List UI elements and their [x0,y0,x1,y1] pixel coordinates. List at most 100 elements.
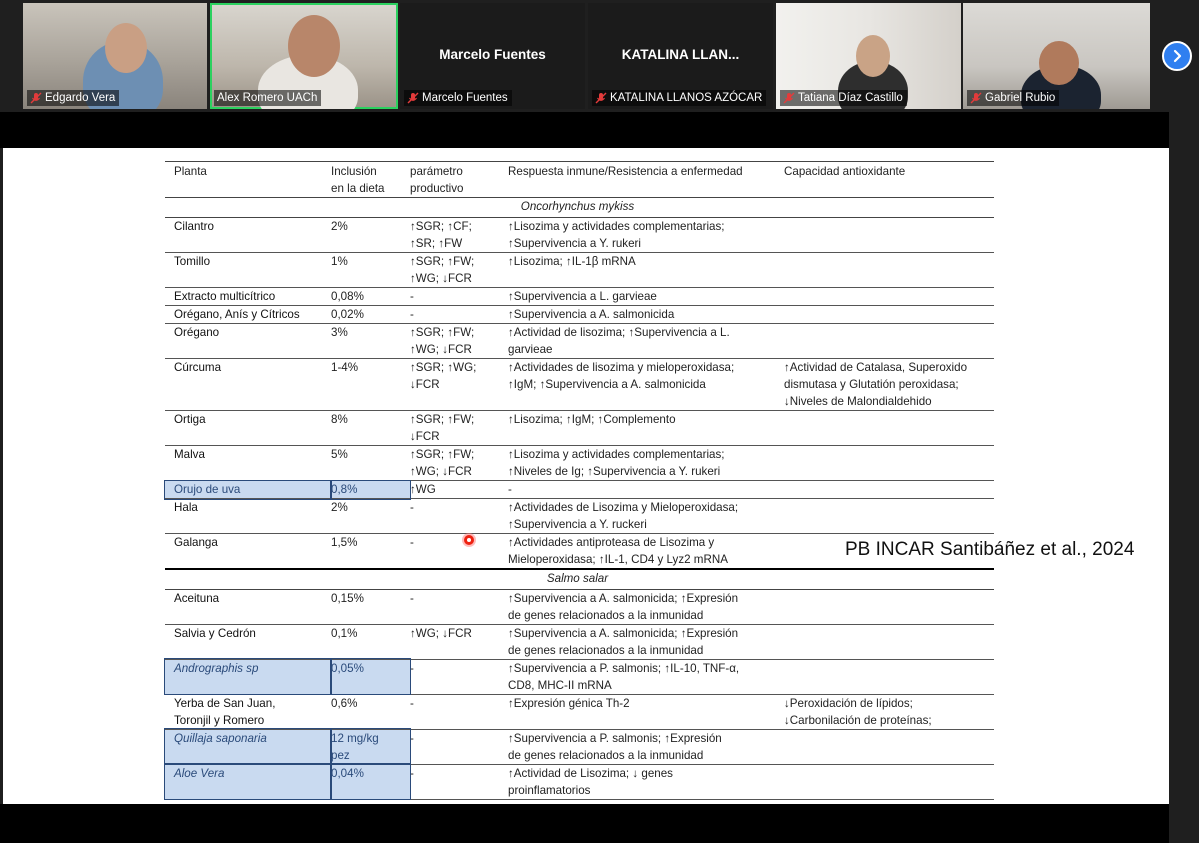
antioxidant-cell [784,217,994,253]
next-participants-button[interactable] [1162,41,1192,71]
species-section-row: Oncorhynchus mykiss [165,197,994,218]
plant-cell: Aloe Vera [164,763,332,800]
participant-center-name: KATALINA LLAN... [621,47,740,62]
participant-strip: Edgardo Vera Alex Romero UACh Marcelo Fu… [0,0,1199,112]
immune-response-cell: ↑Actividades de lisozima y mieloperoxida… [508,358,784,411]
table-row: Cúrcuma 1-4% ↑SGR; ↑WG; ↓FCR ↑Actividades d… [165,358,994,411]
productive-parameter-cell: ↑SGR; ↑WG; ↓FCR [410,358,508,411]
productive-parameter-cell: ↑SGR; ↑CF; ↑SR; ↑FW [410,217,508,253]
plant-cell: Yerba de San Juan, Toronjil y Romero [165,694,331,730]
productive-parameter-cell: ↑WG; ↓FCR [410,624,508,660]
plant-cell: Cilantro [165,217,331,253]
inclusion-cell: 3% [331,323,410,359]
table-row: Quillaja saponaria 12 mg/kg pez - ↑Superviv… [164,728,994,765]
participant-head [288,15,340,77]
inclusion-cell: 0,6% [331,694,410,730]
antioxidant-cell [784,252,994,288]
inclusion-cell: 0,15% [331,589,410,625]
plant-cell: Extracto multicítrico [165,287,331,306]
antioxidant-cell [784,323,994,359]
immune-response-cell: ↑Lisozima; ↑IL-1β mRNA [508,252,784,288]
plant-cell: Aceituna [165,589,331,625]
inclusion-cell: 0,02% [331,305,410,324]
productive-parameter-cell: - [410,764,508,800]
antioxidant-cell [784,589,994,625]
inclusion-cell: 8% [331,410,410,446]
antioxidant-cell [784,305,994,324]
share-letterbox-top [0,112,1169,148]
participant-nametag: Edgardo Vera [27,90,120,106]
participant-nametag: Alex Romero UACh [214,90,322,106]
productive-parameter-cell: - [410,589,508,625]
plant-cell: Hala [165,498,331,534]
antioxidant-cell [784,410,994,446]
antioxidant-cell [784,287,994,306]
immune-response-cell: ↑Lisozima y actividades complementarias;… [508,217,784,253]
plant-cell: Orégano [165,323,331,359]
inclusion-cell: 1-4% [331,358,410,411]
table-header-row: Planta Inclusión en la dieta parámetro pro… [165,161,994,198]
immune-response-cell: ↑Supervivencia a P. salmonis; ↑IL-10, TN… [508,659,784,695]
plant-cell: Orégano, Anís y Cítricos [165,305,331,324]
immune-response-cell: ↑Actividad de Lisozima; ↓ genes proinfla… [508,764,784,800]
plant-cell: Ortiga [165,410,331,446]
immune-response-cell: ↑Supervivencia a P. salmonis; ↑Expresión… [508,729,784,765]
plant-cell: Tomillo [165,252,331,288]
immune-response-cell: ↑Expresión génica Th-2 [508,694,784,730]
column-header: Planta [165,161,331,198]
species-name: Oncorhynchus mykiss [165,197,994,218]
participant-nametag: KATALINA LLANOS AZÓCAR [592,90,767,106]
mic-off-icon [783,92,795,104]
participant-name: Alex Romero UACh [217,92,318,104]
productive-parameter-cell: ↑SGR; ↑FW; ↓FCR [410,410,508,446]
species-name: Salmo salar [165,568,994,590]
plant-cell: Orujo de uva [164,479,332,500]
inclusion-cell: 0,05% [330,658,411,695]
table-row: Orégano, Anís y Cítricos 0,02% - ↑Supervive… [165,305,994,324]
participant-head [105,23,147,73]
participant-tile-active-speaker[interactable]: Alex Romero UACh [210,3,398,109]
inclusion-cell: 0,1% [331,624,410,660]
participant-nametag: Marcelo Fuentes [404,90,512,106]
column-header: parámetro productivo [410,161,508,198]
participant-tile[interactable]: KATALINA LLAN... KATALINA LLANOS AZÓCAR [588,3,773,109]
inclusion-cell: 1,5% [331,533,410,570]
table-row: Ortiga 8% ↑SGR; ↑FW; ↓FCR ↑Lisozima; ↑IgM; … [165,410,994,446]
table-row: Aloe Vera 0,04% - ↑Actividad de Lisozima; ↓… [164,763,994,800]
immune-response-cell: ↑Actividades de Lisozima y Mieloperoxida… [508,498,784,534]
participant-center-name: Marcelo Fuentes [439,47,546,62]
participant-tile[interactable]: Marcelo Fuentes Marcelo Fuentes [400,3,585,109]
table-row: Extracto multicítrico 0,08% - ↑Supervivenci… [165,287,994,306]
meeting-window: Edgardo Vera Alex Romero UACh Marcelo Fu… [0,0,1199,843]
antioxidant-cell: ↑Actividad de Catalasa, Superoxido dismu… [784,358,994,411]
participant-tile[interactable]: Tatiana Díaz Castillo [776,3,961,109]
immune-response-cell: ↑Lisozima y actividades complementarias;… [508,445,784,481]
mic-off-icon [30,92,42,104]
citation: PB INCAR Santibáñez et al., 2024 [845,539,1135,560]
productive-parameter-cell: ↑SGR; ↑FW; ↑WG; ↓FCR [410,323,508,359]
mic-off-icon [970,92,982,104]
participant-name: Marcelo Fuentes [422,92,508,104]
table-row: Tomillo 1% ↑SGR; ↑FW; ↑WG; ↓FCR ↑Lisozima; … [165,252,994,288]
productive-parameter-cell: - [410,533,508,570]
participant-tile[interactable]: Gabriel Rubio [963,3,1150,109]
antioxidant-cell [784,498,994,534]
species-section-row: Salmo salar [165,568,994,590]
immune-response-cell: - [508,480,784,499]
column-header: Inclusión en la dieta [331,161,410,198]
antioxidant-cell [784,764,994,800]
column-header: Respuesta inmune/Resistencia a enfermeda… [508,161,784,198]
table-row: Cilantro 2% ↑SGR; ↑CF; ↑SR; ↑FW ↑Lisozima y… [165,217,994,253]
share-letterbox-bottom [0,804,1169,843]
immune-response-cell: ↑Supervivencia a A. salmonicida [508,305,784,324]
table-row: Yerba de San Juan, Toronjil y Romero 0,6%… [165,694,994,730]
participant-head [1039,41,1079,85]
productive-parameter-cell: - [410,659,508,695]
column-header: Capacidad antioxidante [784,161,994,198]
inclusion-cell: 0,8% [330,479,411,500]
immune-response-cell: ↑Actividades antiproteasa de Lisozima y … [508,533,784,570]
table-row: Orujo de uva 0,8% ↑WG - [164,479,994,500]
participant-tile[interactable]: Edgardo Vera [23,3,207,109]
participant-nametag: Gabriel Rubio [967,90,1060,106]
plant-effects-table: Planta Inclusión en la dieta parámetro pro… [164,161,994,800]
